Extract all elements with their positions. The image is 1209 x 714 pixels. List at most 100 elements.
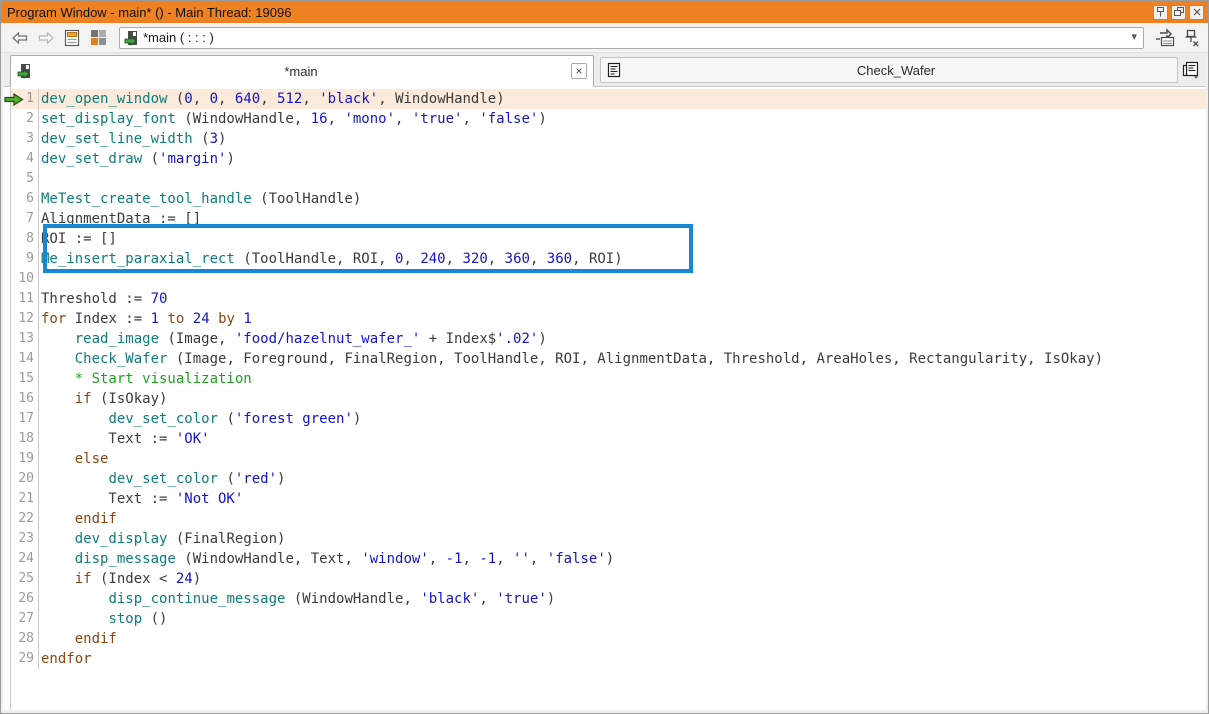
code-text: Check_Wafer (Image, Foreground, FinalReg… [39, 349, 1103, 369]
code-line[interactable]: 28 endif [11, 629, 1206, 649]
code-line[interactable]: 18 Text := 'OK' [11, 429, 1206, 449]
main-procedure-icon [17, 63, 31, 79]
code-line[interactable]: 23 dev_display (FinalRegion) [11, 529, 1206, 549]
code-line[interactable]: 6MeTest_create_tool_handle (ToolHandle) [11, 189, 1206, 209]
code-line[interactable]: 17 dev_set_color ('forest green') [11, 409, 1206, 429]
line-number: 6 [11, 189, 39, 209]
code-text [39, 169, 41, 189]
back-icon [12, 32, 28, 44]
code-text: endfor [39, 649, 92, 669]
code-text: else [39, 449, 108, 469]
code-line[interactable]: 3dev_set_line_width (3) [11, 129, 1206, 149]
line-number: 3 [11, 129, 39, 149]
line-number: 16 [11, 389, 39, 409]
close-icon: × [575, 64, 582, 78]
code-line[interactable]: 15 * Start visualization [11, 369, 1206, 389]
window-title: Program Window - main* () - Main Thread:… [7, 5, 1150, 20]
line-number: 27 [11, 609, 39, 629]
code-line[interactable]: 12for Index := 1 to 24 by 1 [11, 309, 1206, 329]
code-line[interactable]: 13 read_image (Image, 'food/hazelnut_waf… [11, 329, 1206, 349]
code-text: dev_set_color ('red') [39, 469, 285, 489]
code-line[interactable]: 22 endif [11, 509, 1206, 529]
code-line[interactable]: 21 Text := 'Not OK' [11, 489, 1206, 509]
code-line[interactable]: 25 if (Index < 24) [11, 569, 1206, 589]
tab-bar: *main × Check_Wafer [3, 53, 1206, 87]
restore-window-button[interactable] [1171, 5, 1186, 20]
line-number: 18 [11, 429, 39, 449]
tab-check-wafer-label: Check_Wafer [621, 63, 1171, 78]
code-text: if (IsOkay) [39, 389, 167, 409]
line-number: 26 [11, 589, 39, 609]
tab-list-button[interactable] [1177, 57, 1203, 83]
line-number: 5 [11, 169, 39, 189]
chevron-down-icon[interactable]: ▾ [1131, 32, 1137, 43]
code-text: dev_set_draw ('margin') [39, 149, 235, 169]
restore-icon [1174, 7, 1184, 17]
line-number: 20 [11, 469, 39, 489]
code-line[interactable]: 24 disp_message (WindowHandle, Text, 'wi… [11, 549, 1206, 569]
pin-window-button[interactable] [1153, 5, 1168, 20]
code-line[interactable]: 27 stop () [11, 609, 1206, 629]
procedure-selector[interactable]: *main ( : : : ) ▾ [119, 27, 1144, 49]
tab-main[interactable]: *main × [10, 55, 594, 87]
code-line[interactable]: 2set_display_font (WindowHandle, 16, 'mo… [11, 109, 1206, 129]
tab-list-icon [1181, 61, 1200, 79]
code-editor[interactable]: 1dev_open_window (0, 0, 640, 512, 'black… [3, 87, 1206, 710]
code-line[interactable]: 11Threshold := 70 [11, 289, 1206, 309]
code-text [39, 269, 41, 289]
line-number: 12 [11, 309, 39, 329]
code-text: * Start visualization [39, 369, 252, 389]
line-number: 15 [11, 369, 39, 389]
code-text: Text := 'OK' [39, 429, 210, 449]
back-button[interactable] [9, 27, 31, 49]
line-number: 14 [11, 349, 39, 369]
attach-window-icon [1155, 28, 1175, 47]
line-number: 28 [11, 629, 39, 649]
code-rows: 1dev_open_window (0, 0, 640, 512, 'black… [11, 89, 1206, 669]
program-window: Program Window - main* () - Main Thread:… [0, 0, 1209, 714]
pin-icon [1156, 7, 1165, 17]
procedure-list-button[interactable] [61, 27, 83, 49]
code-text: Text := 'Not OK' [39, 489, 243, 509]
line-number: 9 [11, 249, 39, 269]
code-line[interactable]: 19 else [11, 449, 1206, 469]
attach-window-button[interactable] [1154, 27, 1176, 49]
code-text: endif [39, 629, 117, 649]
line-number: 13 [11, 329, 39, 349]
title-bar[interactable]: Program Window - main* () - Main Thread:… [1, 1, 1208, 23]
code-text: read_image (Image, 'food/hazelnut_wafer_… [39, 329, 547, 349]
code-text: MeTest_create_tool_handle (ToolHandle) [39, 189, 361, 209]
line-number: 11 [11, 289, 39, 309]
breakpoint-margin[interactable] [3, 87, 11, 710]
code-line[interactable]: 14 Check_Wafer (Image, Foreground, Final… [11, 349, 1206, 369]
procedure-selector-value: *main ( : : : ) [143, 30, 1126, 45]
code-text: dev_set_line_width (3) [39, 129, 226, 149]
forward-button[interactable] [35, 27, 57, 49]
procedure-list-icon [64, 29, 80, 47]
line-number: 7 [11, 209, 39, 229]
code-line[interactable]: 1dev_open_window (0, 0, 640, 512, 'black… [11, 89, 1206, 109]
code-line[interactable]: 26 disp_continue_message (WindowHandle, … [11, 589, 1206, 609]
code-line[interactable]: 5 [11, 169, 1206, 189]
tab-close-button[interactable]: × [571, 63, 587, 79]
code-text: dev_set_color ('forest green') [39, 409, 361, 429]
line-number: 17 [11, 409, 39, 429]
code-text: set_display_font (WindowHandle, 16, 'mon… [39, 109, 547, 129]
code-text: dev_open_window (0, 0, 640, 512, 'black'… [39, 89, 505, 109]
close-window-button[interactable] [1189, 5, 1204, 20]
window-layout-button[interactable] [87, 27, 109, 49]
tab-check-wafer[interactable]: Check_Wafer [600, 57, 1178, 83]
code-text: Threshold := 70 [39, 289, 167, 309]
code-text: for Index := 1 to 24 by 1 [39, 309, 252, 329]
code-line[interactable]: 16 if (IsOkay) [11, 389, 1206, 409]
line-number: 21 [11, 489, 39, 509]
line-number: 24 [11, 549, 39, 569]
code-line[interactable]: 29endfor [11, 649, 1206, 669]
tab-main-label: *main [31, 64, 571, 79]
unpin-window-button[interactable] [1180, 27, 1202, 49]
code-line[interactable]: 20 dev_set_color ('red') [11, 469, 1206, 489]
line-number: 29 [11, 649, 39, 669]
code-text: dev_display (FinalRegion) [39, 529, 285, 549]
code-line[interactable]: 4dev_set_draw ('margin') [11, 149, 1206, 169]
code-text: disp_message (WindowHandle, Text, 'windo… [39, 549, 614, 569]
